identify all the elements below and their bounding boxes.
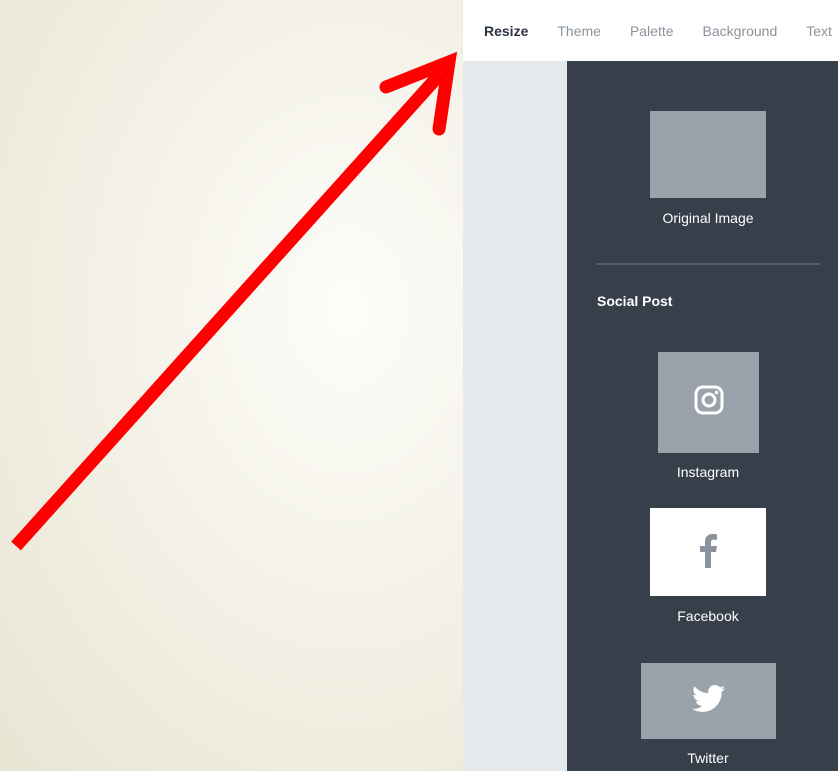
tab-theme[interactable]: Theme (557, 23, 601, 39)
section-title: Social Post (597, 293, 673, 309)
panel-gutter (463, 61, 567, 771)
facebook-icon (698, 532, 718, 573)
design-canvas[interactable] (0, 0, 463, 771)
resize-panel: Original Image Social Post Instagram Fac… (567, 61, 838, 771)
instagram-label: Instagram (676, 464, 740, 480)
facebook-label: Facebook (677, 608, 739, 624)
twitter-label: Twitter (687, 750, 729, 766)
original-image-tile[interactable] (650, 111, 766, 198)
tab-background[interactable]: Background (703, 23, 778, 39)
instagram-tile[interactable] (658, 352, 759, 453)
instagram-icon (694, 385, 724, 420)
tab-palette[interactable]: Palette (630, 23, 674, 39)
twitter-tile[interactable] (641, 663, 776, 739)
divider (597, 263, 820, 265)
tab-text[interactable]: Text (806, 23, 832, 39)
facebook-tile[interactable] (650, 508, 766, 596)
twitter-icon (691, 684, 726, 718)
original-image-label: Original Image (662, 210, 754, 226)
tab-resize[interactable]: Resize (484, 23, 528, 39)
top-tab-bar: Resize Theme Palette Background Text (463, 0, 838, 61)
